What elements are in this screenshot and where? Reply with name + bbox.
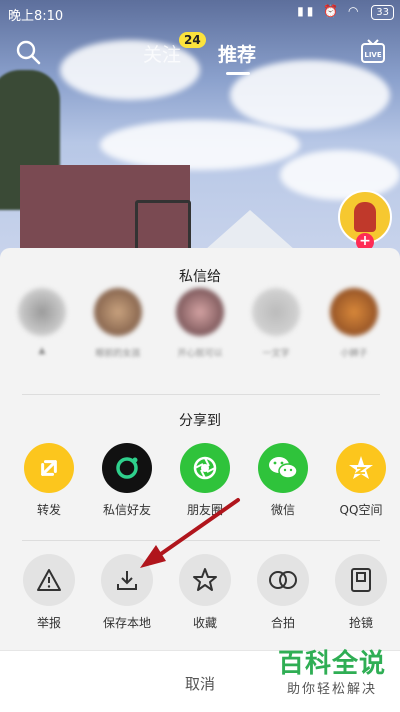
- status-icons: ▮▮ ⏰ ◠ 33: [297, 4, 394, 20]
- share-wechat[interactable]: 微信: [248, 443, 318, 518]
- share-moments[interactable]: 朋友圈: [170, 443, 240, 518]
- react-icon: [335, 554, 387, 606]
- qzone-icon: [336, 443, 386, 493]
- duet-icon: [257, 554, 309, 606]
- svg-text:LIVE: LIVE: [364, 51, 381, 59]
- share-repost[interactable]: 转发: [14, 443, 84, 518]
- battery-icon: 33: [371, 5, 394, 20]
- action-duet[interactable]: 合拍: [248, 554, 318, 631]
- signal-icon: ▮▮: [297, 4, 317, 18]
- share-private-message[interactable]: 私信好友: [92, 443, 162, 518]
- moments-icon: [180, 443, 230, 493]
- dm-title: 私信给: [179, 269, 221, 285]
- status-time: 晚上8:10: [8, 9, 64, 24]
- tab-recommended[interactable]: 推荐: [218, 40, 256, 67]
- top-nav: 关注 24 推荐 LIVE: [0, 32, 400, 76]
- live-icon[interactable]: LIVE: [360, 38, 386, 64]
- wifi-icon: ◠: [347, 4, 362, 18]
- avatar: [18, 288, 66, 336]
- star-icon: [179, 554, 231, 606]
- follow-badge: 24: [179, 32, 206, 48]
- repost-icon: [24, 443, 74, 493]
- dm-contact-row: ▲ 眼前的女孩 开心就可以 一文字 小狮子: [0, 288, 400, 378]
- dm-contact[interactable]: 小狮子: [324, 288, 384, 359]
- dm-contact[interactable]: 一文字: [246, 288, 306, 359]
- private-message-icon: [102, 443, 152, 493]
- avatar: [94, 288, 142, 336]
- share-sheet: 私信给 ▲ 眼前的女孩 开心就可以 一文字 小狮子 分享到 转发 私信好友 朋友…: [0, 248, 400, 712]
- divider: [22, 540, 380, 541]
- tab-follow[interactable]: 关注: [143, 40, 181, 67]
- action-save-local[interactable]: 保存本地: [92, 554, 162, 631]
- avatar: [330, 288, 378, 336]
- share-qzone[interactable]: QQ空间: [326, 443, 396, 518]
- avatar: [252, 288, 300, 336]
- dm-contact[interactable]: 眼前的女孩: [88, 288, 148, 359]
- warning-icon: [23, 554, 75, 606]
- action-report[interactable]: 举报: [14, 554, 84, 631]
- search-icon[interactable]: [14, 38, 42, 66]
- divider: [22, 394, 380, 395]
- active-tab-indicator: [226, 72, 250, 75]
- share-title: 分享到: [179, 413, 221, 429]
- dm-contact[interactable]: ▲: [12, 288, 72, 356]
- action-favorite[interactable]: 收藏: [170, 554, 240, 631]
- alarm-icon: ⏰: [323, 4, 342, 18]
- dm-contact[interactable]: 开心就可以: [170, 288, 230, 359]
- avatar: [176, 288, 224, 336]
- action-react[interactable]: 抢镜: [326, 554, 396, 631]
- watermark-logo: 百科全说 助你轻松解决: [277, 649, 386, 697]
- wechat-icon: [258, 443, 308, 493]
- download-icon: [101, 554, 153, 606]
- status-bar: 晚上8:10 ▮▮ ⏰ ◠ 33: [0, 0, 400, 26]
